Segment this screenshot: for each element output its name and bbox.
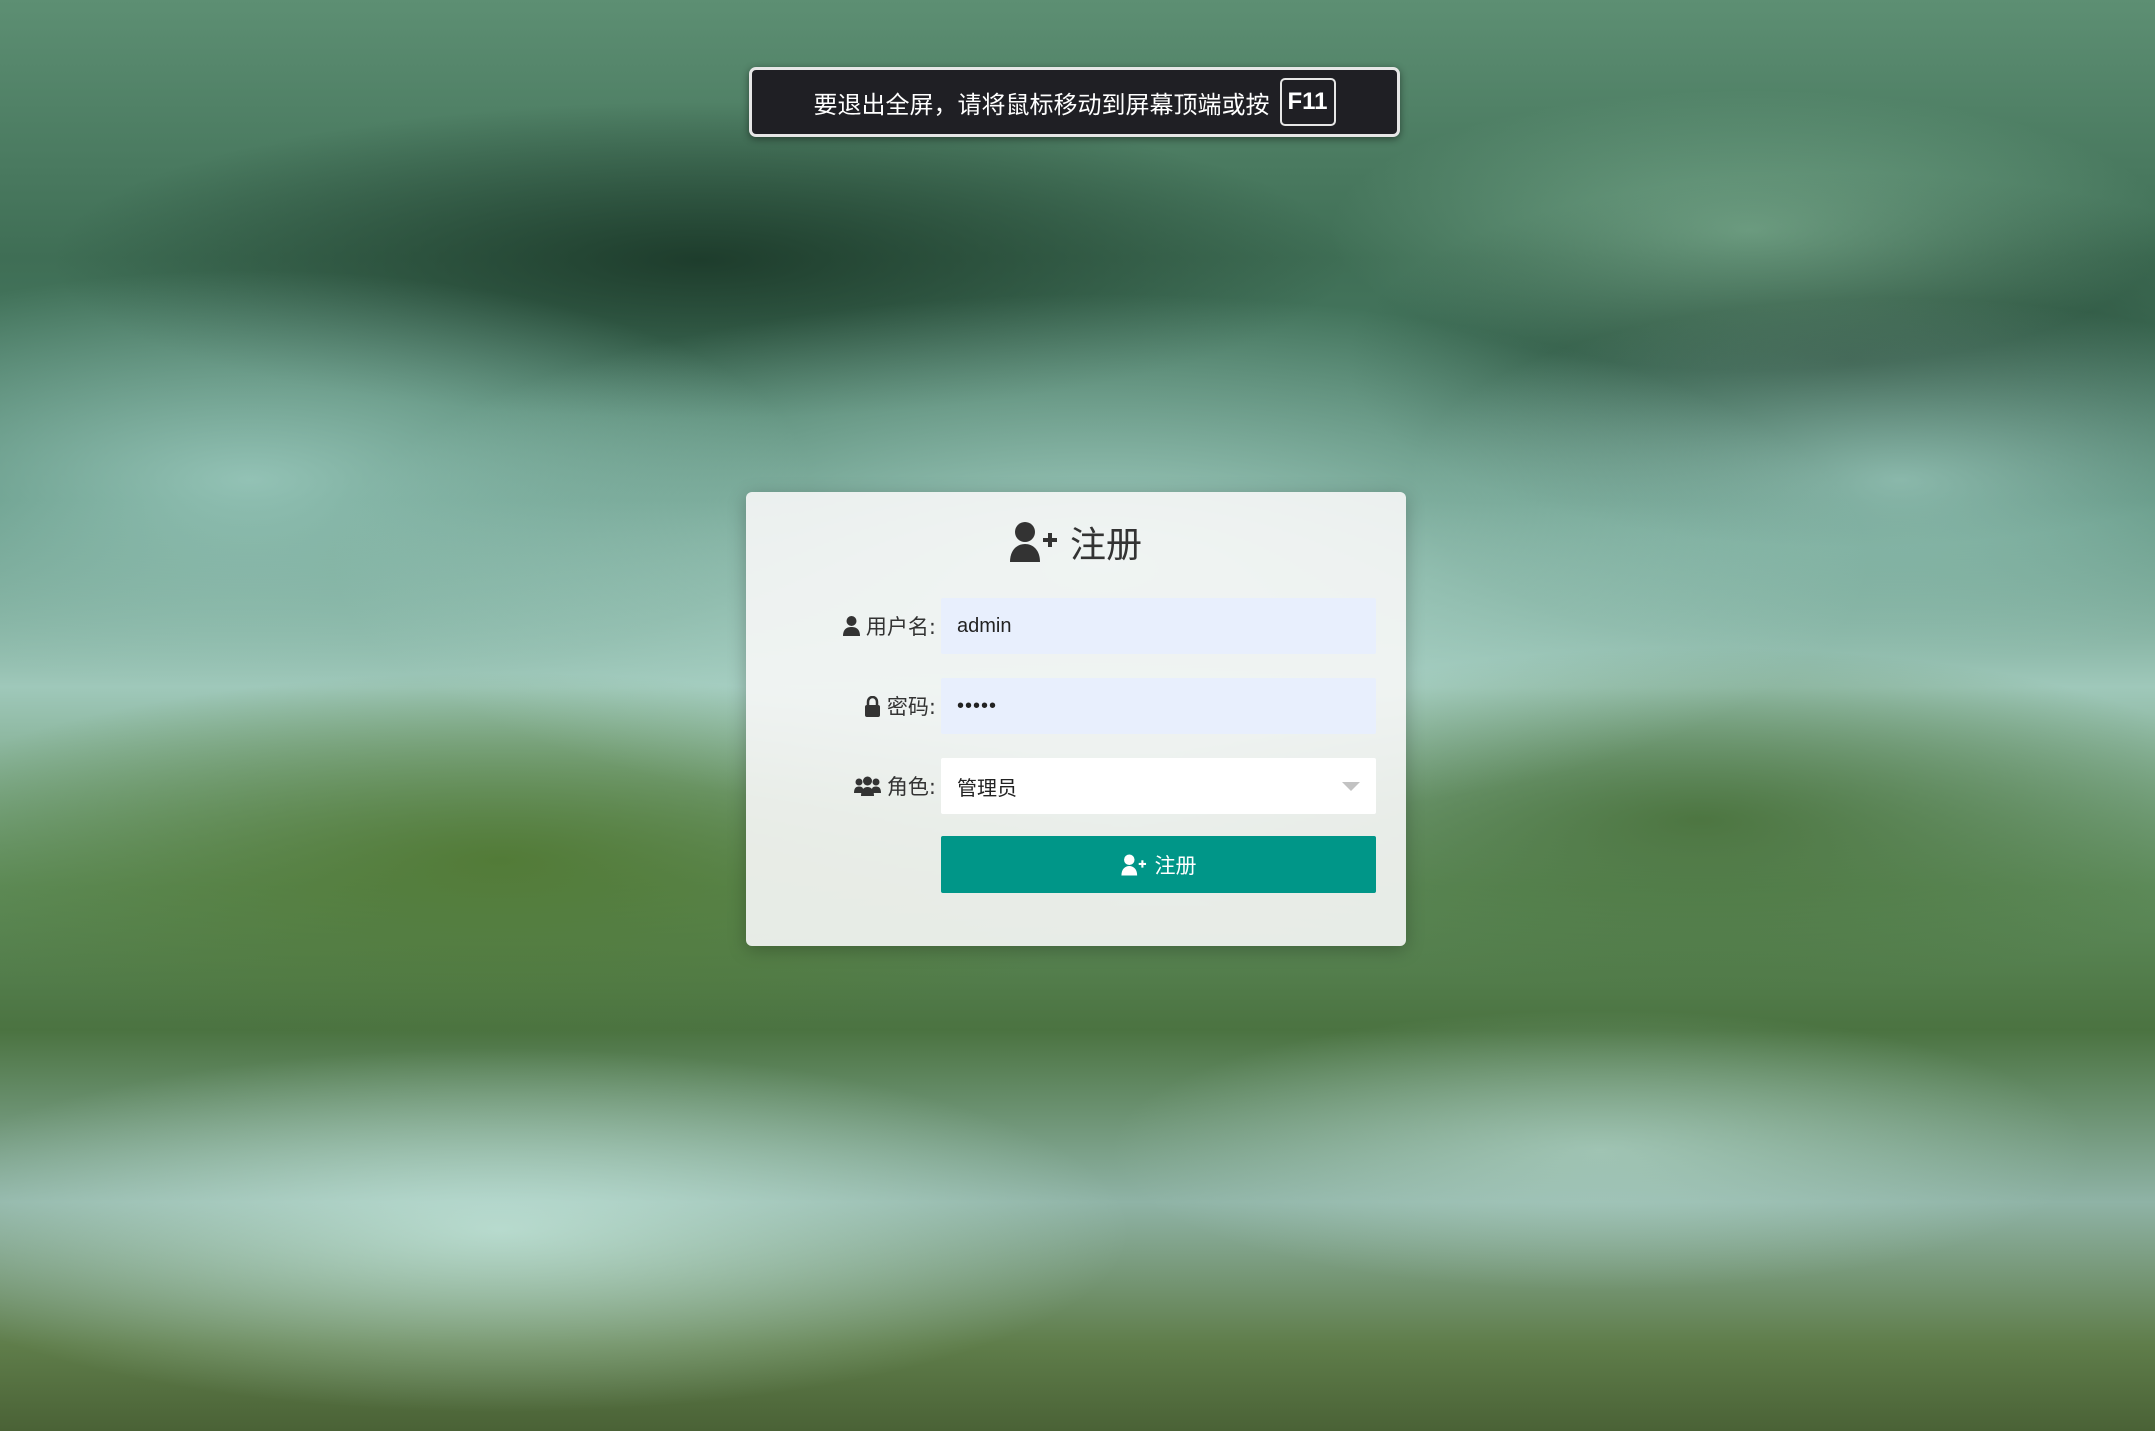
- f11-key-badge: F11: [1279, 78, 1336, 126]
- password-label: 密码:: [864, 678, 936, 734]
- role-label-text: 角色:: [886, 775, 936, 799]
- register-title-text: 注册: [1069, 525, 1142, 566]
- background-landscape: 要退出全屏，请将鼠标移动到屏幕顶端或按 F11 注册 用户名: admin 密码…: [0, 0, 2155, 1431]
- chevron-down-icon: [1342, 781, 1360, 791]
- username-label: 用户名:: [842, 598, 936, 654]
- password-label-text: 密码:: [886, 695, 936, 719]
- register-card: 注册 用户名: admin 密码: ••••• 角色: 管理员 注册: [746, 492, 1406, 946]
- fullscreen-notice-text: 要退出全屏，请将鼠标移动到屏幕顶端或按: [813, 90, 1270, 119]
- users-icon: [853, 776, 881, 796]
- username-label-text: 用户名:: [865, 615, 936, 639]
- role-row: 角色: 管理员: [746, 758, 1406, 814]
- role-select[interactable]: 管理员: [941, 758, 1376, 814]
- lock-icon: [864, 695, 881, 717]
- password-row: 密码:: [746, 678, 1406, 734]
- username-row: 用户名:: [746, 598, 1406, 654]
- role-label: 角色:: [853, 758, 936, 814]
- role-select-value: 管理员: [957, 775, 1017, 800]
- register-button-label: 注册: [1154, 853, 1197, 878]
- password-input[interactable]: [941, 678, 1376, 734]
- user-icon: [842, 616, 860, 636]
- register-button[interactable]: 注册: [941, 836, 1376, 893]
- user-plus-icon: [1009, 521, 1058, 563]
- username-input[interactable]: [941, 598, 1376, 654]
- user-plus-icon: [1120, 854, 1147, 876]
- fullscreen-exit-notice: 要退出全屏，请将鼠标移动到屏幕顶端或按 F11: [749, 67, 1400, 137]
- register-title: 注册: [746, 518, 1406, 566]
